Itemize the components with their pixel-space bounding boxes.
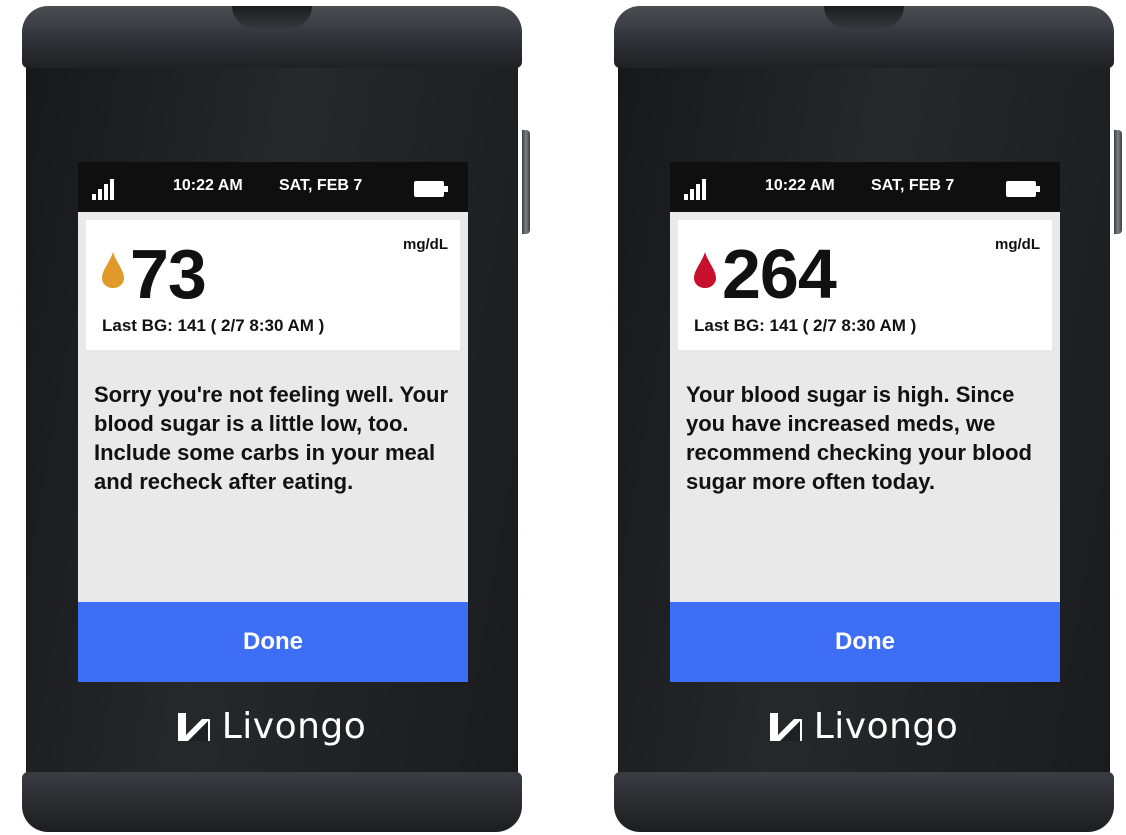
device-notch xyxy=(824,6,904,28)
device-notch xyxy=(232,6,312,28)
coaching-message: Your blood sugar is high. Since you have… xyxy=(686,382,1032,494)
last-bg-reading: Last BG: 141 ( 2/7 8:30 AM ) xyxy=(102,316,325,335)
status-bar: 10:22 AM SAT, FEB 7 xyxy=(670,162,1060,212)
meter-screen: 10:22 AM SAT, FEB 7 264 mg/dL Last BG: 1… xyxy=(670,162,1060,682)
last-bg-reading: Last BG: 141 ( 2/7 8:30 AM ) xyxy=(694,316,917,335)
device-bottom-cap xyxy=(22,772,522,832)
done-button[interactable]: Done xyxy=(78,602,468,682)
glucose-reading-value: 264 xyxy=(722,235,837,313)
battery-icon xyxy=(414,181,448,197)
brand-name: Livongo xyxy=(221,706,367,747)
device-bottom-cap xyxy=(614,772,1114,832)
reading-unit: mg/dL xyxy=(403,236,448,253)
brand-logo: Livongo xyxy=(614,706,1114,756)
reading-card: 73 mg/dL Last BG: 141 ( 2/7 8:30 AM ) xyxy=(86,220,460,350)
brand-name: Livongo xyxy=(813,706,959,747)
coaching-message: Sorry you're not feeling well. Your bloo… xyxy=(94,382,449,494)
signal-icon xyxy=(92,178,124,200)
brand-logo: Livongo xyxy=(22,706,522,756)
status-date: SAT, FEB 7 xyxy=(871,177,955,194)
battery-icon xyxy=(1006,181,1040,197)
blood-drop-icon xyxy=(694,252,716,288)
status-time: 10:22 AM xyxy=(173,177,243,194)
glucose-meter-right: 10:22 AM SAT, FEB 7 264 mg/dL Last BG: 1… xyxy=(614,6,1122,832)
reading-card: 264 mg/dL Last BG: 141 ( 2/7 8:30 AM ) xyxy=(678,220,1052,350)
done-button[interactable]: Done xyxy=(670,602,1060,682)
glucose-reading-value: 73 xyxy=(130,235,207,313)
signal-icon xyxy=(684,178,716,200)
blood-drop-icon xyxy=(102,252,124,288)
side-button[interactable] xyxy=(522,130,530,234)
reading-unit: mg/dL xyxy=(995,236,1040,253)
meter-screen: 10:22 AM SAT, FEB 7 73 mg/dL Last BG: 14… xyxy=(78,162,468,682)
livongo-logo-icon xyxy=(177,712,210,741)
status-bar: 10:22 AM SAT, FEB 7 xyxy=(78,162,468,212)
glucose-meter-left: 10:22 AM SAT, FEB 7 73 mg/dL Last BG: 14… xyxy=(22,6,530,832)
side-button[interactable] xyxy=(1114,130,1122,234)
status-date: SAT, FEB 7 xyxy=(279,177,363,194)
status-time: 10:22 AM xyxy=(765,177,835,194)
livongo-logo-icon xyxy=(769,712,802,741)
